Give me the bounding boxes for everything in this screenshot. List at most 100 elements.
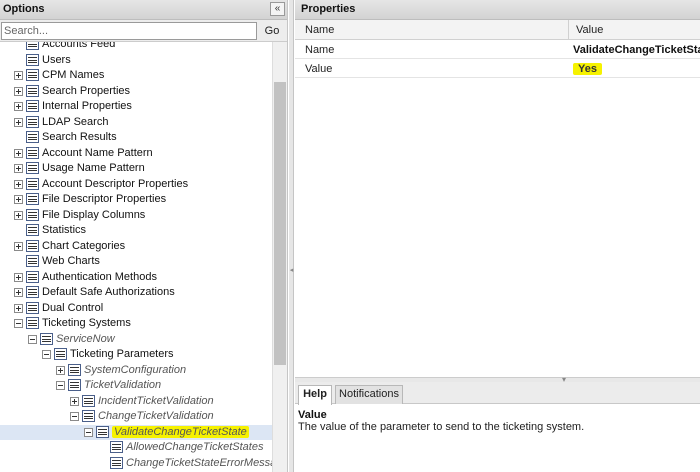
tree-node[interactable]: ChangeTicketValidation bbox=[0, 409, 272, 425]
tree-node-label[interactable]: Dual Control bbox=[42, 302, 103, 314]
tree-node[interactable]: Web Charts bbox=[0, 254, 272, 270]
expand-toggle-icon[interactable] bbox=[14, 86, 23, 96]
tree-node[interactable]: Ticketing Systems bbox=[0, 316, 272, 332]
tree-node-label[interactable]: Account Name Pattern bbox=[42, 147, 153, 159]
expand-toggle-icon[interactable] bbox=[56, 365, 65, 375]
tree-node-label[interactable]: Internal Properties bbox=[42, 100, 132, 112]
expand-toggle-icon[interactable] bbox=[14, 164, 23, 173]
collapse-toggle-icon[interactable] bbox=[70, 412, 79, 421]
tree-node-label[interactable]: AllowedChangeTicketStates bbox=[126, 441, 263, 453]
collapse-toggle-icon[interactable] bbox=[42, 350, 51, 359]
tree-node-label[interactable]: Web Charts bbox=[42, 255, 100, 267]
tree-node[interactable]: Accounts Feed bbox=[0, 42, 272, 53]
tree-node-label[interactable]: File Display Columns bbox=[42, 209, 145, 221]
config-node-icon bbox=[26, 193, 39, 205]
tree-node-label[interactable]: ChangeTicketStateErrorMessage bbox=[126, 457, 272, 469]
tree-node[interactable]: IncidentTicketValidation bbox=[0, 394, 272, 410]
collapse-toggle-icon[interactable] bbox=[28, 334, 37, 344]
tree-node[interactable]: AllowedChangeTicketStates bbox=[0, 440, 272, 456]
tree-node[interactable]: CPM Names bbox=[0, 68, 272, 84]
tree-node-label[interactable]: CPM Names bbox=[42, 69, 104, 81]
column-divider[interactable] bbox=[568, 20, 569, 40]
tree-node-label[interactable]: ChangeTicketValidation bbox=[98, 410, 214, 422]
tree-node[interactable]: LDAP Search bbox=[0, 115, 272, 131]
expand-toggle-icon[interactable] bbox=[14, 288, 23, 297]
tree-node[interactable]: File Display Columns bbox=[0, 208, 272, 224]
expand-toggle-icon[interactable] bbox=[14, 272, 23, 282]
config-node-icon bbox=[26, 208, 39, 221]
tree-node-label[interactable]: Usage Name Pattern bbox=[42, 162, 145, 174]
help-text: The value of the parameter to send to th… bbox=[298, 421, 585, 433]
collapse-panel-button[interactable]: « bbox=[270, 2, 285, 16]
expand-toggle-icon[interactable] bbox=[14, 148, 23, 158]
tree-node[interactable]: Account Name Pattern bbox=[0, 146, 272, 162]
tab-help[interactable]: Help bbox=[298, 385, 332, 405]
column-header-value[interactable]: Value bbox=[576, 24, 603, 36]
property-value[interactable]: ValidateChangeTicketState bbox=[573, 44, 700, 56]
collapse-toggle-icon[interactable] bbox=[84, 427, 93, 437]
tree-node[interactable]: Search Results bbox=[0, 130, 272, 146]
tab-notifications[interactable]: Notifications bbox=[335, 385, 403, 404]
expand-toggle-icon[interactable] bbox=[14, 102, 23, 111]
expand-toggle-icon[interactable] bbox=[14, 71, 23, 80]
tree-node-label[interactable]: Ticketing Systems bbox=[42, 317, 131, 329]
expand-toggle-icon[interactable] bbox=[14, 210, 23, 220]
column-header-name[interactable]: Name bbox=[305, 24, 334, 36]
tree-node[interactable]: Default Safe Authorizations bbox=[0, 285, 272, 301]
go-button[interactable]: Go bbox=[259, 22, 285, 40]
expand-toggle-icon[interactable] bbox=[70, 396, 79, 406]
tree-node-label[interactable]: Users bbox=[42, 54, 71, 66]
property-row[interactable]: Name ValidateChangeTicketState bbox=[295, 40, 700, 59]
tree-node-label[interactable]: Account Descriptor Properties bbox=[42, 178, 188, 190]
tree-node-label[interactable]: Default Safe Authorizations bbox=[42, 286, 175, 298]
tree-node[interactable]: File Descriptor Properties bbox=[0, 192, 272, 208]
tree-node-label[interactable]: ServiceNow bbox=[56, 333, 115, 345]
tree-node[interactable]: TicketValidation bbox=[0, 378, 272, 394]
expand-toggle-icon[interactable] bbox=[14, 117, 23, 127]
expand-toggle-icon[interactable] bbox=[14, 195, 23, 204]
tree-node[interactable]: Users bbox=[0, 53, 272, 69]
expand-toggle-icon[interactable] bbox=[14, 303, 23, 313]
vertical-splitter[interactable]: ◂ bbox=[289, 0, 294, 472]
tree-node[interactable]: Search Properties bbox=[0, 84, 272, 100]
collapse-toggle-icon[interactable] bbox=[14, 319, 23, 328]
expand-toggle-icon[interactable] bbox=[14, 179, 23, 189]
tree-node-label[interactable]: File Descriptor Properties bbox=[42, 193, 166, 205]
property-row[interactable]: Value Yes bbox=[295, 59, 700, 78]
tree-node-label[interactable]: LDAP Search bbox=[42, 116, 108, 128]
tree-node-label[interactable]: Accounts Feed bbox=[42, 42, 115, 50]
tree-node-label[interactable]: TicketValidation bbox=[84, 379, 161, 391]
tree-node[interactable]: Account Descriptor Properties bbox=[0, 177, 272, 193]
search-input[interactable] bbox=[1, 22, 257, 40]
tree-node-label[interactable]: Authentication Methods bbox=[42, 271, 157, 283]
expand-toggle-icon[interactable] bbox=[14, 241, 23, 251]
property-value[interactable]: Yes bbox=[573, 63, 602, 75]
tree-scrollbar[interactable] bbox=[272, 42, 287, 472]
tree-node[interactable]: Chart Categories bbox=[0, 239, 272, 255]
tree-node[interactable]: Usage Name Pattern bbox=[0, 161, 272, 177]
tree-node[interactable]: Ticketing Parameters bbox=[0, 347, 272, 363]
tree-scroll-thumb[interactable] bbox=[274, 82, 286, 365]
collapse-toggle-icon[interactable] bbox=[56, 381, 65, 390]
tree-node-label[interactable]: Search Properties bbox=[42, 85, 130, 97]
tree-node[interactable]: ChangeTicketStateErrorMessage bbox=[0, 456, 272, 472]
tree-node-label[interactable]: Statistics bbox=[42, 224, 86, 236]
tree-node[interactable]: Statistics bbox=[0, 223, 272, 239]
tree-node-label[interactable]: IncidentTicketValidation bbox=[98, 395, 214, 407]
config-node-icon bbox=[26, 177, 39, 190]
tree-node-label[interactable]: ValidateChangeTicketState bbox=[112, 425, 249, 438]
tree-node-label[interactable]: Search Results bbox=[42, 131, 117, 143]
tree-node-label[interactable]: SystemConfiguration bbox=[84, 364, 186, 376]
config-node-icon bbox=[26, 146, 39, 159]
tree-node[interactable]: Internal Properties bbox=[0, 99, 272, 115]
tree-node-label[interactable]: Chart Categories bbox=[42, 240, 125, 252]
tree-node[interactable]: ValidateChangeTicketState bbox=[0, 424, 272, 440]
tree-node[interactable]: SystemConfiguration bbox=[0, 363, 272, 379]
tree-node[interactable]: ServiceNow bbox=[0, 332, 272, 348]
config-node-icon bbox=[26, 42, 39, 50]
tree-node-label[interactable]: Ticketing Parameters bbox=[70, 348, 174, 360]
config-node-icon bbox=[26, 162, 39, 174]
tree-node[interactable]: Authentication Methods bbox=[0, 270, 272, 286]
config-node-icon bbox=[26, 239, 39, 252]
tree-node[interactable]: Dual Control bbox=[0, 301, 272, 317]
